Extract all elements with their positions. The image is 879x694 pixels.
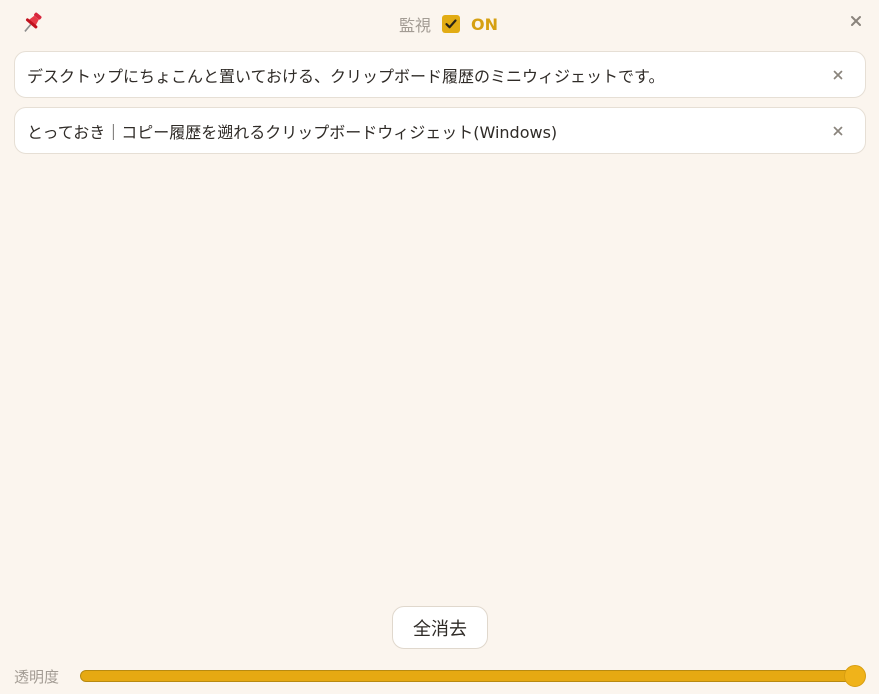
opacity-label: 透明度 [14,668,60,686]
close-icon[interactable] [847,12,865,30]
clipboard-item[interactable]: デスクトップにちょこんと置いておける、クリップボード履歴のミニウィジェットです。 [14,51,866,98]
checkmark-icon [445,19,457,29]
clipboard-item[interactable]: とっておき｜コピー履歴を遡れるクリップボードウィジェット(Windows) [14,107,866,154]
clipboard-item-text: デスクトップにちょこんと置いておける、クリップボード履歴のミニウィジェットです。 [27,66,665,86]
delete-item-icon[interactable] [831,124,845,138]
header-bar: 監視 ON [0,0,879,46]
clipboard-history-list: デスクトップにちょこんと置いておける、クリップボード履歴のミニウィジェットです。… [14,51,866,163]
monitor-checkbox[interactable] [442,15,461,33]
clipboard-item-text: とっておき｜コピー履歴を遡れるクリップボードウィジェット(Windows) [27,122,558,142]
monitor-label: 監視 [399,16,432,35]
pushpin-icon[interactable] [19,10,45,36]
monitor-status-label: ON [471,14,499,34]
opacity-slider-thumb[interactable] [844,665,866,687]
clear-all-button[interactable]: 全消去 [392,606,488,649]
opacity-slider-track[interactable] [80,670,855,682]
monitor-toggle: 監視 ON [399,12,498,36]
opacity-slider[interactable] [80,665,866,687]
delete-item-icon[interactable] [831,68,845,82]
